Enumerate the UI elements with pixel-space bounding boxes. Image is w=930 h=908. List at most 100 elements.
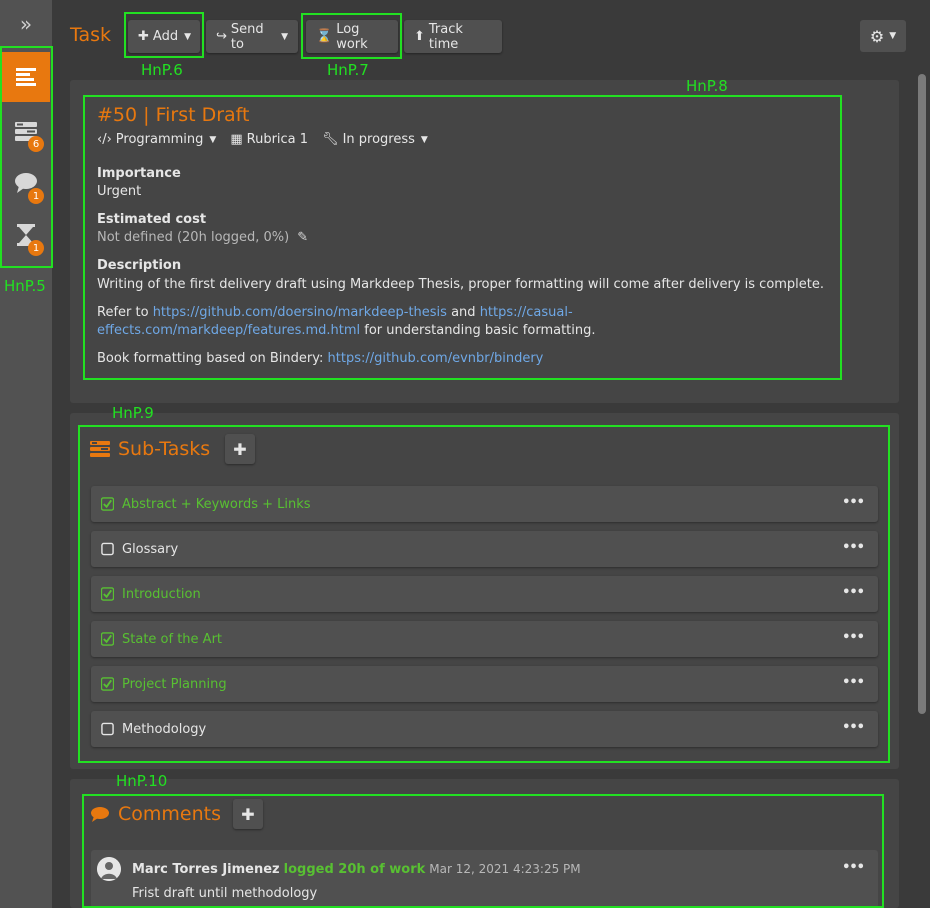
subtasks-header: Sub-Tasks	[90, 438, 210, 460]
subtask-row[interactable]: Abstract + Keywords + Links •••	[91, 486, 878, 522]
annotation-label-p7: HnP.7	[327, 61, 369, 79]
checked-checkbox-icon[interactable]	[101, 587, 114, 601]
caret-down-icon: ▼	[889, 31, 897, 41]
status-label: In progress	[342, 132, 415, 147]
timelog-count-badge: 1	[28, 240, 44, 256]
plus-icon: ✚	[233, 439, 247, 459]
edit-pencil-icon[interactable]: ✎	[297, 230, 308, 245]
grid-icon: ▦	[230, 132, 243, 147]
unchecked-checkbox-icon[interactable]	[101, 542, 114, 556]
subtask-more-options-icon[interactable]: •••	[842, 585, 865, 600]
share-icon: ↪	[216, 29, 227, 44]
desc-text: and	[446, 305, 480, 320]
gear-icon: ⚙	[869, 26, 885, 46]
wrench-icon: 🔧︎	[322, 132, 339, 147]
annotation-label-p9: HnP.9	[112, 404, 154, 422]
tasks-list-icon	[90, 441, 110, 457]
annotation-label-p6: HnP.6	[141, 61, 183, 79]
rubric-label: Rubrica 1	[246, 132, 309, 147]
comment-action: logged 20h of work	[283, 862, 426, 877]
comments-header: Comments	[90, 803, 221, 825]
comment-body: Frist draft until methodology	[132, 886, 318, 901]
description-line-1: Writing of the first delivery draft usin…	[97, 277, 825, 292]
subtask-row[interactable]: Methodology •••	[91, 711, 878, 747]
sidebar-item-timelog[interactable]: 1	[2, 210, 50, 260]
log-work-button[interactable]: ⌛ Log work	[306, 20, 398, 53]
comment-author[interactable]: Marc Torres Jimenez	[132, 862, 280, 877]
subtask-more-options-icon[interactable]: •••	[842, 675, 865, 690]
estimated-cost-row: Not defined (20h logged, 0%) ✎	[97, 230, 308, 245]
add-subtask-button[interactable]: ✚	[225, 434, 255, 464]
sidebar: » 6 1 1	[0, 0, 52, 908]
add-button-label: Add	[152, 29, 179, 44]
subtask-row[interactable]: Project Planning •••	[91, 666, 878, 702]
subtask-label[interactable]: State of the Art	[122, 632, 222, 647]
estimated-cost-value: Not defined (20h logged, 0%)	[97, 230, 290, 245]
track-time-button[interactable]: ⬆ Track time	[404, 20, 502, 53]
add-comment-button[interactable]: ✚	[233, 799, 263, 829]
subtask-more-options-icon[interactable]: •••	[842, 495, 865, 510]
caret-down-icon: ▼	[420, 134, 428, 145]
track-time-button-label: Track time	[428, 21, 463, 52]
comment-header: Marc Torres Jimenez logged 20h of work M…	[132, 862, 581, 877]
plus-icon: ✚	[138, 29, 149, 44]
subtask-label[interactable]: Project Planning	[122, 677, 227, 692]
subtask-label[interactable]: Methodology	[122, 722, 206, 737]
comment-icon	[91, 807, 109, 822]
desc-text: for understanding basic formatting.	[360, 323, 596, 338]
subtask-label[interactable]: Glossary	[122, 542, 178, 557]
subtask-label[interactable]: Abstract + Keywords + Links	[122, 497, 311, 512]
send-to-button-label: Send to	[230, 21, 264, 52]
sidebar-item-comments[interactable]: 1	[2, 158, 50, 208]
comments-count-badge: 1	[28, 188, 44, 204]
bindery-link[interactable]: https://github.com/evnbr/bindery	[328, 351, 544, 366]
add-button[interactable]: ✚ Add ▼	[128, 20, 200, 53]
subtask-more-options-icon[interactable]: •••	[842, 630, 865, 645]
plus-icon: ✚	[241, 804, 255, 824]
subtasks-count-badge: 6	[28, 136, 44, 152]
code-icon: ‹/›	[97, 132, 112, 147]
checked-checkbox-icon[interactable]	[101, 677, 114, 691]
comments-title: Comments	[118, 803, 221, 825]
sidebar-item-subtasks[interactable]: 6	[2, 106, 50, 156]
checked-checkbox-icon[interactable]	[101, 497, 114, 511]
subtask-label[interactable]: Introduction	[122, 587, 201, 602]
align-left-icon	[16, 68, 36, 86]
estimated-cost-label: Estimated cost	[97, 212, 207, 227]
markdeep-thesis-link[interactable]: https://github.com/doersino/markdeep-the…	[153, 305, 447, 320]
subtask-row[interactable]: Introduction •••	[91, 576, 878, 612]
arrow-circle-up-icon: ⬆	[414, 29, 425, 44]
status-dropdown[interactable]: 🔧︎ In progress ▼	[322, 132, 428, 147]
unchecked-checkbox-icon[interactable]	[101, 722, 114, 736]
send-to-button[interactable]: ↪ Send to ▼	[206, 20, 298, 53]
annotation-label-p5: HnP.5	[4, 277, 46, 295]
settings-button[interactable]: ⚙ ▼	[860, 20, 906, 52]
checked-checkbox-icon[interactable]	[101, 632, 114, 646]
hourglass-icon: ⌛	[316, 29, 333, 44]
description-label: Description	[97, 258, 182, 273]
scrollbar[interactable]	[918, 74, 926, 714]
caret-down-icon: ▼	[184, 31, 191, 42]
caret-down-icon: ▼	[209, 134, 217, 145]
comment-more-options-icon[interactable]: •••	[842, 860, 865, 875]
subtasks-title: Sub-Tasks	[118, 438, 211, 460]
log-work-button-label: Log work	[336, 21, 368, 52]
annotation-label-p8: HnP.8	[686, 77, 728, 95]
expand-sidebar-icon[interactable]: »	[0, 0, 52, 48]
comment-date: Mar 12, 2021 4:23:25 PM	[429, 862, 581, 876]
rubric-link[interactable]: ▦ Rubrica 1	[230, 132, 308, 147]
subtask-more-options-icon[interactable]: •••	[842, 720, 865, 735]
category-label: Programming	[115, 132, 204, 147]
sidebar-item-details[interactable]	[2, 52, 50, 102]
desc-text: Book formatting based on Bindery:	[97, 351, 328, 366]
category-dropdown[interactable]: ‹/› Programming ▼	[97, 132, 216, 147]
task-meta-row: ‹/› Programming ▼ ▦ Rubrica 1 🔧︎ In prog…	[97, 132, 428, 147]
subtask-more-options-icon[interactable]: •••	[842, 540, 865, 555]
importance-label: Importance	[97, 166, 181, 181]
importance-value: Urgent	[97, 184, 142, 199]
subtask-row[interactable]: State of the Art •••	[91, 621, 878, 657]
task-title: #50 | First Draft	[97, 104, 250, 126]
subtask-row[interactable]: Glossary •••	[91, 531, 878, 567]
caret-down-icon: ▼	[281, 31, 288, 42]
description-paragraph-2: Refer to https://github.com/doersino/mar…	[97, 304, 827, 340]
